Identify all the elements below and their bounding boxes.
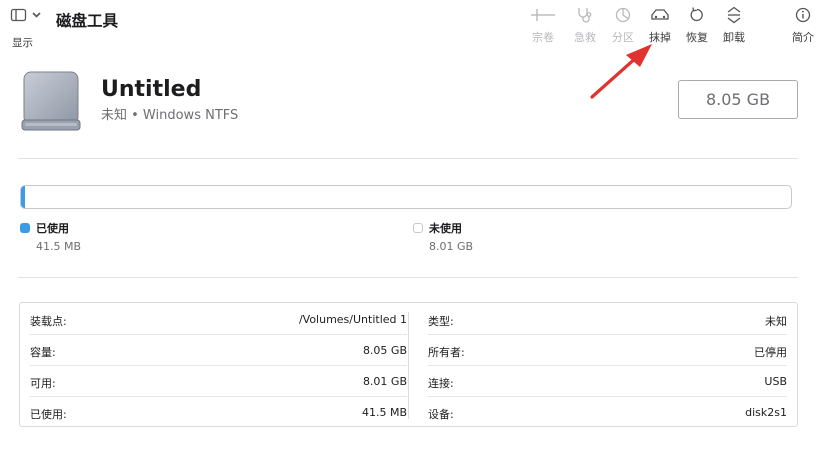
info-table: 装载点: /Volumes/Untitled 1 容量: 8.05 GB 可用:… <box>19 302 798 427</box>
info-row-capacity: 容量: 8.05 GB <box>20 335 417 366</box>
view-button[interactable]: 显示 <box>8 6 44 49</box>
info-row-device: 设备: disk2s1 <box>418 397 797 428</box>
remove-volume-button[interactable] <box>531 6 567 46</box>
info-row-connection: 连接: USB <box>418 366 797 397</box>
unmount-label: 卸载 <box>723 31 745 44</box>
info-column-left: 装载点: /Volumes/Untitled 1 容量: 8.05 GB 可用:… <box>20 303 417 426</box>
info-row-used: 已使用: 41.5 MB <box>20 397 417 428</box>
toolbar: 显示 磁盘工具 宗卷 急救 分区 抹掉 恢复 卸载 简介 <box>0 0 824 50</box>
partition-button[interactable]: 分区 <box>605 6 641 46</box>
app-title: 磁盘工具 <box>56 12 119 30</box>
info-key: 设备: <box>428 408 454 421</box>
info-value: 未知 <box>765 315 787 328</box>
first-aid-button[interactable]: 急救 <box>567 6 603 46</box>
info-icon <box>793 6 813 24</box>
info-key: 所有者: <box>428 346 465 359</box>
info-row-available: 可用: 8.01 GB <box>20 366 417 397</box>
info-key: 可用: <box>30 377 56 390</box>
info-value: disk2s1 <box>745 406 787 419</box>
volume-subtitle: 未知 • Windows NTFS <box>101 108 239 123</box>
minus-icon <box>539 6 559 24</box>
free-label: 未使用 <box>429 222 462 235</box>
column-separator <box>408 312 409 419</box>
used-amount: 41.5 MB <box>36 240 82 253</box>
erase-button[interactable]: 抹掉 <box>642 6 678 46</box>
view-label: 显示 <box>12 37 33 49</box>
sidebar-view-icon <box>10 7 44 23</box>
legend-used: 已使用 41.5 MB <box>20 220 220 254</box>
info-key: 容量: <box>30 346 56 359</box>
info-button[interactable]: 简介 <box>785 6 821 46</box>
divider <box>18 158 798 159</box>
info-row-mount-point: 装载点: /Volumes/Untitled 1 <box>20 304 417 335</box>
drive-icon <box>20 70 82 134</box>
info-value: 8.05 GB <box>362 344 407 357</box>
info-key: 已使用: <box>30 408 67 421</box>
volume-size-badge: 8.05 GB <box>678 80 798 119</box>
restore-button[interactable]: 恢复 <box>679 6 715 46</box>
info-label: 简介 <box>792 31 814 44</box>
info-key: 装载点: <box>30 315 67 328</box>
info-value: 41.5 MB <box>361 406 407 419</box>
used-label: 已使用 <box>36 222 69 235</box>
info-value: 已停用 <box>754 346 787 359</box>
first-aid-label: 急救 <box>574 31 596 44</box>
info-value: USB <box>764 375 787 388</box>
eject-icon <box>724 6 744 24</box>
free-amount: 8.01 GB <box>429 240 474 253</box>
erase-label: 抹掉 <box>649 31 671 44</box>
used-swatch-icon <box>20 223 30 233</box>
info-row-owners: 所有者: 已停用 <box>418 335 797 366</box>
restore-icon <box>687 6 707 24</box>
usage-bar-used-fill <box>21 186 25 208</box>
erase-icon <box>650 6 670 24</box>
info-value: /Volumes/Untitled 1 <box>298 313 407 326</box>
info-key: 连接: <box>428 377 454 390</box>
info-key: 类型: <box>428 315 454 328</box>
restore-label: 恢复 <box>686 31 708 44</box>
info-column-right: 类型: 未知 所有者: 已停用 连接: USB 设备: disk2s1 <box>418 303 797 426</box>
legend-free: 未使用 8.01 GB <box>413 220 613 254</box>
info-row-type: 类型: 未知 <box>418 304 797 335</box>
free-swatch-icon <box>413 223 423 233</box>
divider <box>18 277 798 278</box>
stethoscope-icon <box>575 6 595 24</box>
usage-bar <box>20 185 792 209</box>
partition-label: 分区 <box>612 31 634 44</box>
info-value: 8.01 GB <box>362 375 407 388</box>
volume-name: Untitled <box>101 77 202 102</box>
unmount-button[interactable]: 卸载 <box>716 6 752 46</box>
pie-chart-icon <box>613 6 633 24</box>
